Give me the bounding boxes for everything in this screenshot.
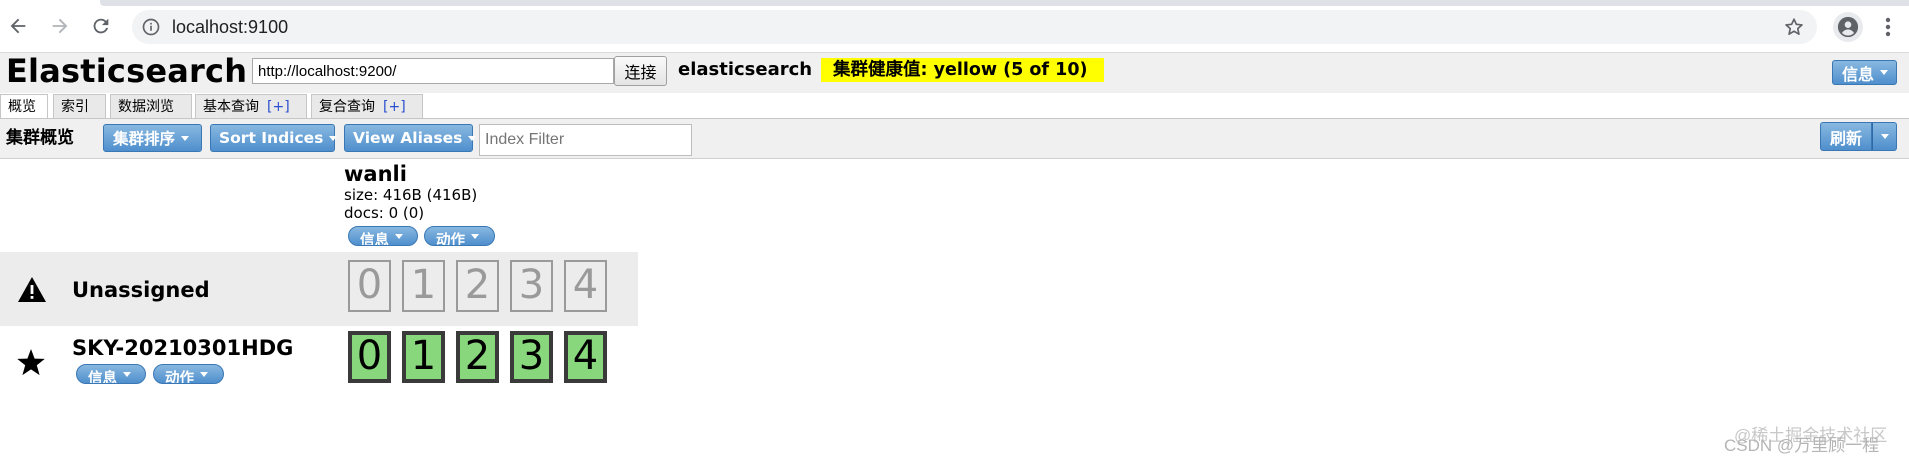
unassigned-shard[interactable]: 4 — [564, 260, 607, 312]
more-vert-icon — [1885, 17, 1891, 37]
primary-shard[interactable]: 3 — [510, 331, 553, 383]
person-icon — [1837, 16, 1859, 38]
tab-strip — [100, 0, 1909, 6]
tab-browser[interactable]: 数据浏览 — [110, 94, 192, 119]
reload-button[interactable] — [87, 12, 115, 40]
info-menu-label: 信息 — [1842, 64, 1875, 84]
node-name: SKY-20210301HDG — [72, 336, 294, 360]
unassigned-shard[interactable]: 1 — [402, 260, 445, 312]
tab-label: 索引 — [61, 99, 89, 115]
sort-indices-button[interactable]: Sort Indices — [210, 124, 338, 152]
index-size: size: 416B (416B) — [344, 186, 478, 204]
tab-basic-query[interactable]: 基本查询 [+] — [195, 94, 307, 119]
back-button[interactable] — [4, 12, 32, 40]
node-action-button[interactable]: 动作 — [153, 364, 224, 384]
profile-avatar[interactable] — [1833, 12, 1863, 42]
caret-down-icon — [200, 371, 208, 377]
back-arrow-icon — [10, 18, 26, 34]
index-filter-input[interactable] — [479, 124, 692, 156]
connect-button[interactable]: 连接 — [614, 56, 667, 86]
button-label: 集群排序 — [113, 130, 176, 148]
forward-button[interactable] — [46, 12, 74, 40]
unassigned-shard[interactable]: 2 — [456, 260, 499, 312]
refresh-button[interactable]: 刷新 — [1820, 122, 1872, 151]
caret-down-icon — [1880, 134, 1889, 139]
reload-icon — [93, 18, 109, 34]
star-icon — [17, 349, 45, 376]
button-label: 刷新 — [1830, 128, 1863, 148]
forward-arrow-icon — [52, 18, 68, 34]
toolbar-title: 集群概览 — [6, 128, 74, 148]
primary-shard[interactable]: 0 — [348, 331, 391, 383]
caret-down-icon — [329, 135, 338, 141]
site-info-icon[interactable] — [141, 17, 161, 37]
index-action-button[interactable]: 动作 — [424, 226, 495, 246]
view-aliases-button[interactable]: View Aliases — [344, 124, 477, 152]
browser-menu-button[interactable] — [1875, 13, 1901, 41]
node-info-button[interactable]: 信息 — [76, 364, 146, 384]
tab-label: 概览 — [8, 99, 36, 115]
caret-down-icon — [181, 135, 190, 141]
tab-label: 基本查询 — [203, 99, 259, 115]
button-label: View Aliases — [353, 129, 463, 147]
primary-shard[interactable]: 1 — [402, 331, 445, 383]
index-info-button[interactable]: 信息 — [348, 226, 418, 246]
app-title: Elasticsearch — [6, 52, 248, 90]
warning-icon — [18, 277, 46, 302]
cluster-health-badge: 集群健康值: yellow (5 of 10) — [821, 58, 1104, 82]
caret-down-icon — [123, 371, 131, 377]
address-bar[interactable]: localhost:9100 — [132, 10, 1817, 44]
unassigned-shard[interactable]: 0 — [348, 260, 391, 312]
button-label: 信息 — [88, 370, 117, 384]
refresh-options-button[interactable] — [1872, 122, 1897, 151]
cluster-name: elasticsearch — [678, 59, 813, 80]
unassigned-label: Unassigned — [72, 278, 210, 302]
caret-down-icon — [468, 135, 477, 141]
sort-cluster-button[interactable]: 集群排序 — [103, 124, 202, 152]
index-name: wanli — [344, 162, 407, 186]
unassigned-shard[interactable]: 3 — [510, 260, 553, 312]
button-label: 动作 — [436, 232, 465, 246]
button-label: Sort Indices — [219, 129, 324, 147]
browser-toolbar: localhost:9100 — [0, 0, 1909, 53]
caret-down-icon — [1880, 70, 1889, 75]
tab-label: 数据浏览 — [118, 99, 174, 115]
add-query-link[interactable]: [+] — [383, 99, 406, 115]
bookmark-star-icon[interactable] — [1783, 16, 1805, 38]
button-label: 动作 — [165, 370, 194, 384]
info-menu-button[interactable]: 信息 — [1832, 60, 1897, 85]
tab-label: 复合查询 — [319, 99, 375, 115]
primary-shard[interactable]: 4 — [564, 331, 607, 383]
button-label: 信息 — [360, 232, 389, 246]
caret-down-icon — [395, 233, 403, 239]
index-docs: docs: 0 (0) — [344, 204, 425, 222]
tab-compound-query[interactable]: 复合查询 [+] — [311, 94, 423, 119]
primary-shard[interactable]: 2 — [456, 331, 499, 383]
add-query-link[interactable]: [+] — [267, 99, 290, 115]
address-url[interactable]: localhost:9100 — [172, 16, 288, 38]
tab-overview[interactable]: 概览 — [0, 94, 48, 120]
connection-url-input[interactable] — [252, 58, 614, 84]
tab-indices[interactable]: 索引 — [53, 94, 106, 119]
watermark-csdn: CSDN @万里顾一程 — [1724, 436, 1880, 455]
caret-down-icon — [471, 233, 479, 239]
